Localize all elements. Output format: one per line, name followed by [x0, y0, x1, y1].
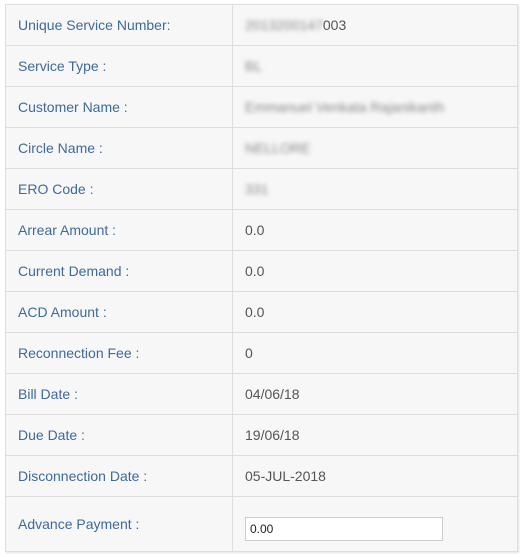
row-service-type: Service Type : BL	[6, 45, 517, 87]
advance-payment-cell	[233, 497, 518, 553]
row-circle-name: Circle Name : NELLORE	[6, 127, 517, 169]
redacted-value: Emmanuel Venkata Rajanikanth	[245, 99, 445, 115]
acd-amount-label: ACD Amount :	[6, 291, 233, 333]
redacted-value: 331	[245, 181, 269, 197]
circle-name-label: Circle Name :	[6, 127, 233, 169]
customer-name-value: Emmanuel Venkata Rajanikanth	[232, 86, 517, 128]
row-due-date: Due Date : 19/06/18	[6, 414, 517, 456]
row-bill-date: Bill Date : 04/06/18	[6, 373, 517, 415]
advance-payment-label: Advance Payment :	[6, 496, 233, 552]
ero-code-value: 331	[232, 168, 517, 210]
row-current-demand: Current Demand : 0.0	[6, 250, 517, 292]
unique-service-number-value: 2013200147003	[232, 5, 517, 46]
service-type-value: BL	[232, 45, 517, 87]
row-unique-service-number: Unique Service Number: 2013200147003	[6, 5, 517, 46]
row-acd-amount: ACD Amount : 0.0	[6, 291, 517, 333]
row-ero-code: ERO Code : 331	[6, 168, 517, 210]
row-customer-name: Customer Name : Emmanuel Venkata Rajanik…	[6, 86, 517, 128]
current-demand-label: Current Demand :	[6, 250, 233, 292]
redacted-value: NELLORE	[245, 140, 311, 156]
ero-code-label: ERO Code :	[6, 168, 233, 210]
redacted-value: 2013200147	[245, 17, 323, 33]
customer-name-label: Customer Name :	[6, 86, 233, 128]
row-advance-payment: Advance Payment :	[6, 496, 518, 553]
due-date-label: Due Date :	[6, 414, 233, 456]
reconnection-fee-label: Reconnection Fee :	[6, 332, 233, 374]
acd-amount-value: 0.0	[232, 291, 517, 333]
bill-details-panel: Unique Service Number: 2013200147003 Ser…	[5, 4, 518, 552]
disconnection-date-value: 05-JUL-2018	[232, 455, 517, 497]
service-type-label: Service Type :	[6, 45, 233, 87]
row-arrear-amount: Arrear Amount : 0.0	[6, 209, 517, 251]
row-reconnection-fee: Reconnection Fee : 0	[6, 332, 517, 374]
arrear-amount-value: 0.0	[232, 209, 517, 251]
bill-date-label: Bill Date :	[6, 373, 233, 415]
circle-name-value: NELLORE	[232, 127, 517, 169]
row-disconnection-date: Disconnection Date : 05-JUL-2018	[6, 455, 517, 497]
bill-details-table: Unique Service Number: 2013200147003 Ser…	[6, 5, 517, 552]
service-number-suffix: 003	[322, 17, 347, 33]
reconnection-fee-value: 0	[232, 332, 517, 374]
advance-payment-input[interactable]	[245, 516, 443, 541]
arrear-amount-label: Arrear Amount :	[6, 209, 233, 251]
unique-service-number-label: Unique Service Number:	[6, 5, 233, 46]
bill-date-value: 04/06/18	[232, 373, 517, 415]
disconnection-date-label: Disconnection Date :	[6, 455, 233, 497]
redacted-value: BL	[245, 58, 263, 74]
due-date-value: 19/06/18	[232, 414, 517, 456]
current-demand-value: 0.0	[232, 250, 517, 292]
